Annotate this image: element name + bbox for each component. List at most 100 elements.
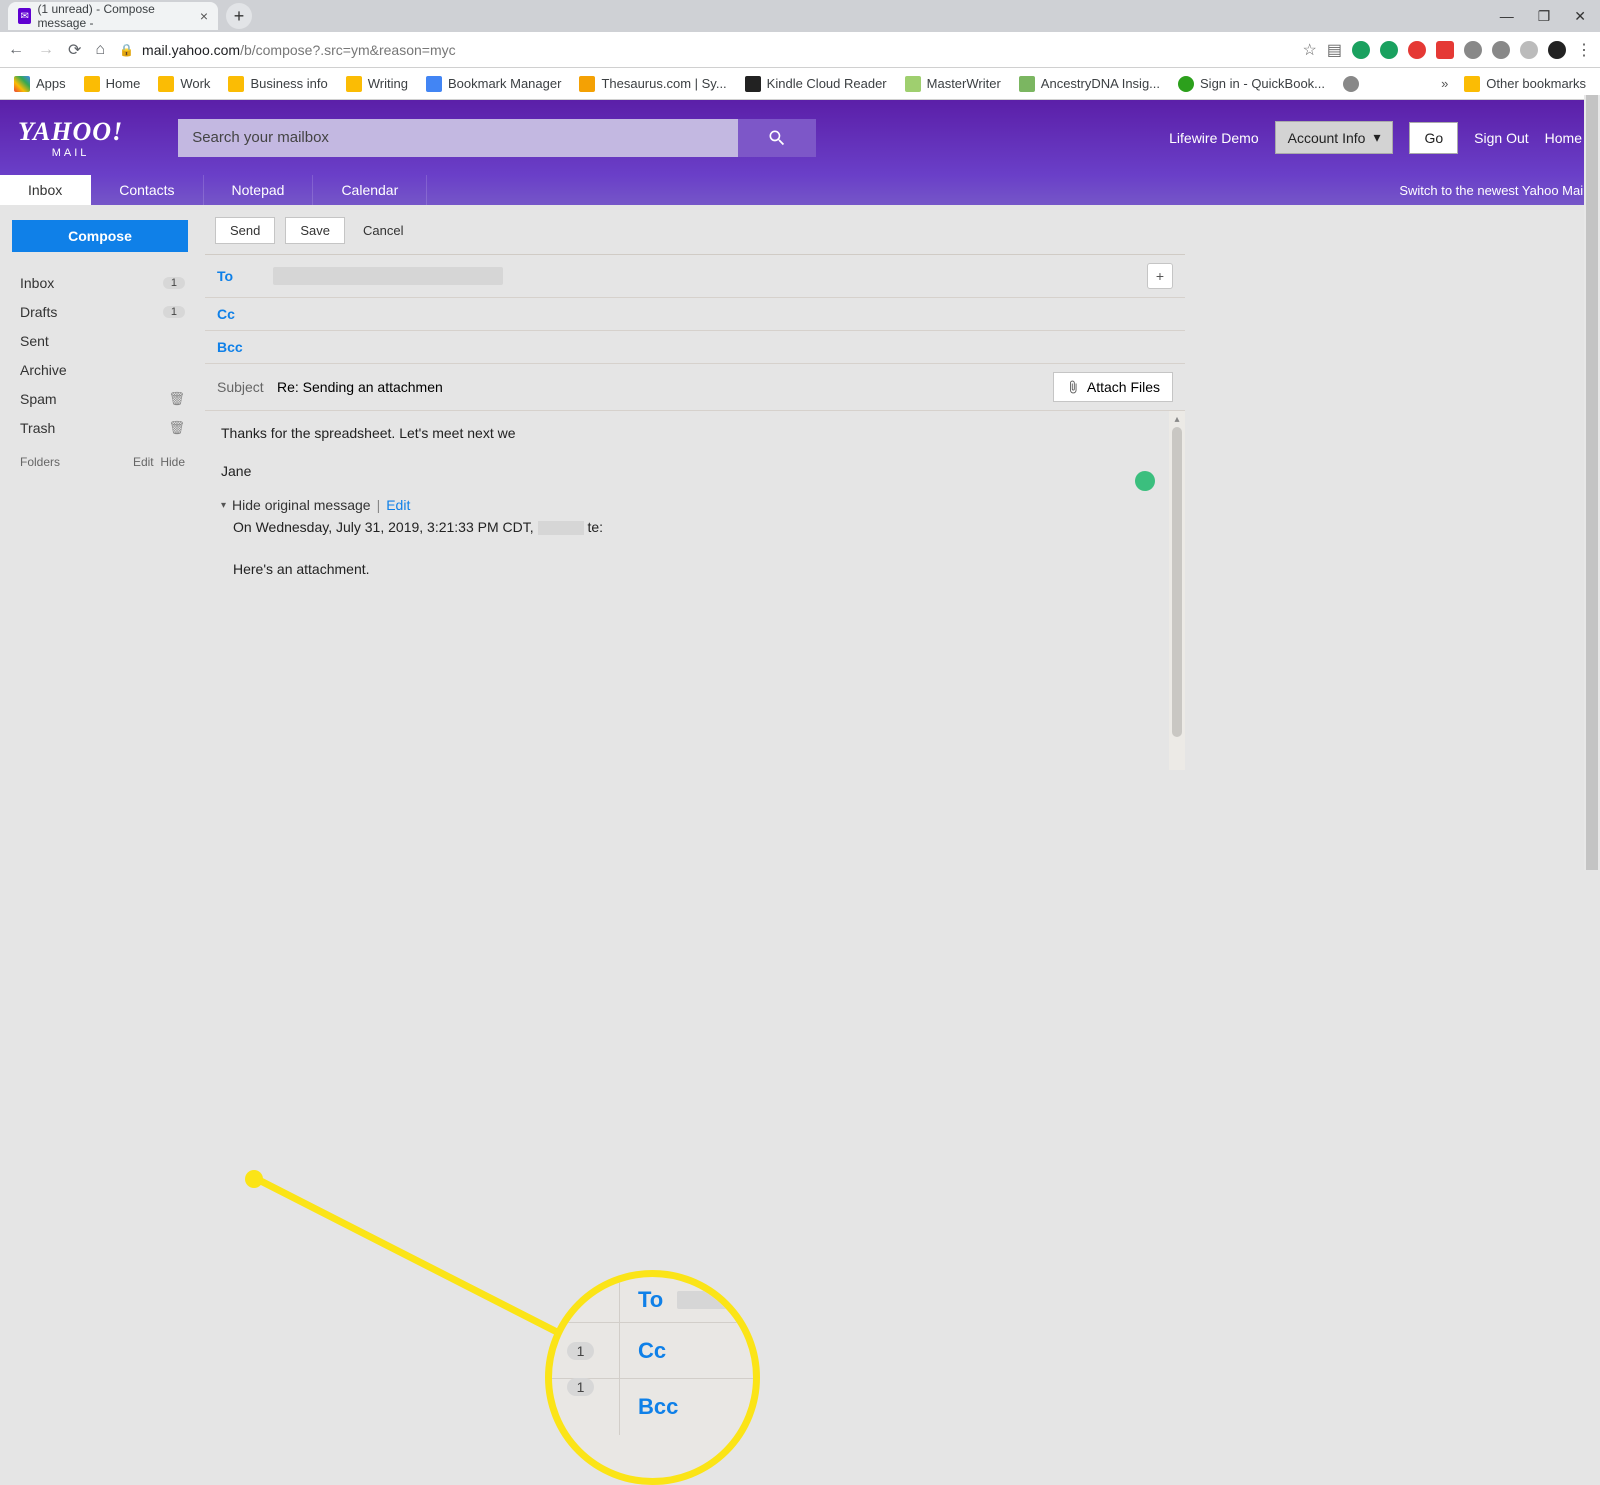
favicon-icon	[1178, 76, 1194, 92]
minimize-icon[interactable]: —	[1500, 8, 1514, 25]
bookmark-item[interactable]: Thesaurus.com | Sy...	[573, 73, 732, 95]
other-bookmarks[interactable]: Other bookmarks	[1458, 73, 1592, 95]
folders-hide-link[interactable]: Hide	[160, 455, 185, 469]
compose-button[interactable]: Compose	[12, 220, 188, 252]
extension-icon[interactable]	[1380, 41, 1398, 59]
chrome-menu-icon[interactable]: ⋮	[1576, 40, 1592, 60]
to-field-row[interactable]: To +	[205, 255, 1185, 298]
to-recipient-redacted	[273, 267, 503, 285]
sidebar-folder-spam[interactable]: Spam🗑	[12, 386, 193, 412]
quote-text: Here's an attachment.	[233, 561, 1169, 577]
apps-shortcut[interactable]: Apps	[8, 73, 72, 95]
cc-field-row[interactable]: Cc	[205, 298, 1185, 331]
edit-quote-link[interactable]: Edit	[386, 497, 410, 513]
maximize-icon[interactable]: ❐	[1538, 8, 1551, 25]
attach-files-button[interactable]: Attach Files	[1053, 372, 1173, 402]
paperclip-icon	[1066, 380, 1080, 394]
quote-toggle[interactable]: ▾ Hide original message | Edit	[221, 497, 1169, 513]
sidebar-folder-drafts[interactable]: Drafts1	[12, 299, 193, 325]
extension-icon[interactable]	[1436, 41, 1454, 59]
save-button[interactable]: Save	[285, 217, 345, 244]
add-recipient-button[interactable]: +	[1147, 263, 1173, 289]
empty-trash-icon[interactable]: 🗑	[168, 420, 185, 436]
bookmark-item[interactable]: Work	[152, 73, 216, 95]
chevron-down-icon: ▾	[221, 500, 226, 511]
yahoo-logo[interactable]: YAHOO! MAIL	[18, 117, 123, 159]
quote-meta: On Wednesday, July 31, 2019, 3:21:33 PM …	[233, 519, 1169, 535]
compose-pane: Send Save Cancel To + Cc Bcc Subject Re:…	[205, 205, 1185, 870]
bookmarks-overflow-icon[interactable]: »	[1441, 76, 1448, 91]
bookmark-item[interactable]: Bookmark Manager	[420, 73, 567, 95]
url-host: mail.yahoo.com	[142, 42, 240, 58]
bookmark-item[interactable]: Writing	[340, 73, 414, 95]
sign-out-link[interactable]: Sign Out	[1474, 130, 1528, 146]
address-bar[interactable]: 🔒 mail.yahoo.com/b/compose?.src=ym&reaso…	[119, 42, 1288, 58]
annotation-zoom-bubble: To 1 Cc 1 Bcc	[545, 1270, 760, 1485]
to-label: To	[217, 268, 273, 284]
folders-header: Folders Edit Hide	[12, 455, 193, 469]
sidebar-folder-sent[interactable]: Sent	[12, 328, 193, 354]
switch-new-mail-link[interactable]: Switch to the newest Yahoo Mail	[1399, 183, 1600, 198]
star-icon[interactable]: ☆	[1303, 40, 1317, 60]
toolbar-right: ☆ ▤ ⋮	[1303, 40, 1592, 60]
extension-icon[interactable]	[1408, 41, 1426, 59]
search-input[interactable]	[178, 119, 738, 157]
extension-icon[interactable]	[1492, 41, 1510, 59]
tab-inbox[interactable]: Inbox	[0, 175, 91, 205]
home-link[interactable]: Home	[1545, 130, 1582, 146]
sidebar-folder-trash[interactable]: Trash🗑	[12, 415, 193, 441]
new-tab-button[interactable]: +	[226, 3, 252, 29]
bcc-field-row[interactable]: Bcc	[205, 331, 1185, 364]
profile-avatar-icon[interactable]	[1548, 41, 1566, 59]
page-icon[interactable]: ▤	[1327, 40, 1342, 60]
favicon-icon	[905, 76, 921, 92]
account-info-dropdown[interactable]: Account Info▾	[1275, 121, 1394, 154]
url-path: /b/compose?.src=ym&reason=myc	[240, 42, 456, 58]
body-scrollbar[interactable]: ▴	[1169, 411, 1185, 770]
page-scrollbar[interactable]	[1584, 95, 1600, 870]
bookmark-item[interactable]: Kindle Cloud Reader	[739, 73, 893, 95]
close-window-icon[interactable]: ✕	[1574, 8, 1586, 25]
reload-icon[interactable]: ⟳	[68, 40, 81, 60]
bookmark-item[interactable]: Home	[78, 73, 147, 95]
favicon-icon	[579, 76, 595, 92]
sidebar-folder-archive[interactable]: Archive	[12, 357, 193, 383]
grammarly-icon[interactable]	[1135, 471, 1155, 491]
search-button[interactable]	[738, 119, 816, 157]
tab-contacts[interactable]: Contacts	[91, 175, 203, 205]
bookmark-item[interactable]: Sign in - QuickBook...	[1172, 73, 1331, 95]
back-icon[interactable]: ←	[8, 41, 24, 59]
sidebar-folder-inbox[interactable]: Inbox1	[12, 270, 193, 296]
scroll-thumb[interactable]	[1172, 427, 1182, 737]
zoom-drafts-badge: 1	[567, 1378, 595, 1396]
tab-notepad[interactable]: Notepad	[204, 175, 314, 205]
send-button[interactable]: Send	[215, 217, 275, 244]
extension-icon[interactable]	[1464, 41, 1482, 59]
message-body[interactable]: Thanks for the spreadsheet. Let's meet n…	[205, 410, 1185, 770]
content: Compose Inbox1 Drafts1 Sent Archive Spam…	[0, 205, 1600, 870]
home-icon[interactable]: ⌂	[95, 41, 105, 59]
cancel-link[interactable]: Cancel	[355, 218, 411, 243]
page-scroll-thumb[interactable]	[1586, 95, 1598, 870]
bookmark-item[interactable]: MasterWriter	[899, 73, 1007, 95]
go-button[interactable]: Go	[1409, 122, 1458, 154]
body-line: Thanks for the spreadsheet. Let's meet n…	[221, 425, 1169, 441]
empty-spam-icon[interactable]: 🗑	[168, 391, 185, 407]
extension-icon[interactable]	[1352, 41, 1370, 59]
forward-icon[interactable]: →	[38, 41, 54, 59]
search-wrap	[178, 119, 816, 157]
bookmark-item[interactable]	[1337, 73, 1365, 95]
search-icon	[767, 128, 787, 148]
annotation-anchor-dot	[245, 1170, 263, 1188]
tab-calendar[interactable]: Calendar	[313, 175, 427, 205]
folders-edit-link[interactable]: Edit	[133, 455, 154, 469]
extension-icon[interactable]	[1520, 41, 1538, 59]
subject-value[interactable]: Re: Sending an attachmen	[277, 379, 443, 395]
sidebar: Compose Inbox1 Drafts1 Sent Archive Spam…	[0, 205, 205, 870]
browser-tab[interactable]: ✉ (1 unread) - Compose message - ×	[8, 2, 218, 30]
bookmark-item[interactable]: AncestryDNA Insig...	[1013, 73, 1166, 95]
scroll-up-icon[interactable]: ▴	[1169, 411, 1185, 427]
bookmark-item[interactable]: Business info	[222, 73, 333, 95]
tab-close-icon[interactable]: ×	[200, 8, 208, 24]
quote-sender-redacted	[538, 521, 584, 535]
